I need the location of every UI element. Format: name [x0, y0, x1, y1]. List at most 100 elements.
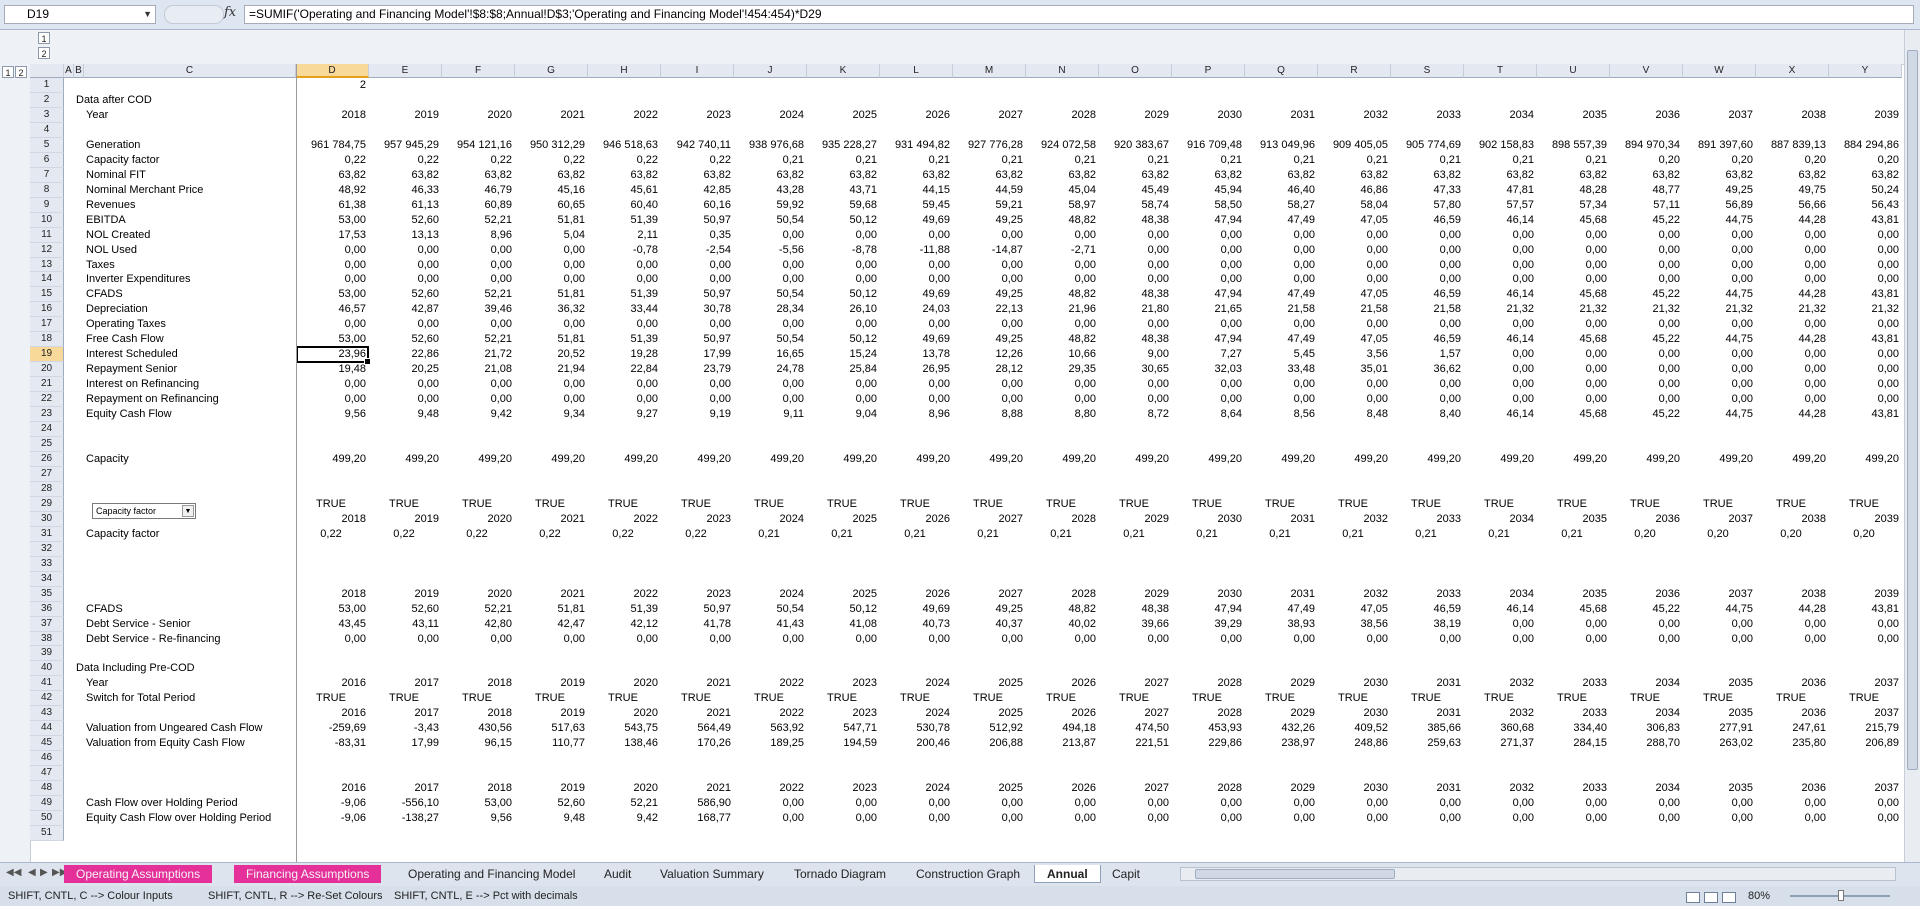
data-cell[interactable]: 927 776,28: [953, 138, 1023, 153]
data-cell[interactable]: 41,43: [734, 617, 804, 632]
data-cell[interactable]: 961 784,75: [296, 138, 366, 153]
data-cell[interactable]: 25,84: [807, 362, 877, 377]
data-cell[interactable]: 2019: [515, 706, 585, 721]
data-cell[interactable]: 45,04: [1026, 183, 1096, 198]
data-cell[interactable]: 0,00: [953, 632, 1023, 647]
data-cell[interactable]: 0,00: [1537, 243, 1607, 258]
data-cell[interactable]: 2027: [1099, 676, 1169, 691]
data-cell[interactable]: 9,04: [807, 407, 877, 422]
data-cell[interactable]: 0,22: [296, 153, 366, 168]
data-cell[interactable]: 50,54: [734, 213, 804, 228]
data-cell[interactable]: 50,97: [661, 213, 731, 228]
data-cell[interactable]: 0,20: [1610, 527, 1680, 542]
data-cell[interactable]: 905 774,69: [1391, 138, 1461, 153]
data-cell[interactable]: 50,12: [807, 213, 877, 228]
data-cell[interactable]: 0,00: [369, 272, 439, 287]
column-header-n[interactable]: N: [1026, 64, 1099, 78]
data-cell[interactable]: 2028: [1172, 706, 1242, 721]
data-cell[interactable]: 0,21: [953, 153, 1023, 168]
data-cell[interactable]: 0,00: [1683, 392, 1753, 407]
data-cell[interactable]: 2018: [442, 781, 512, 796]
data-cell[interactable]: TRUE: [515, 497, 585, 512]
data-cell[interactable]: 200,46: [880, 736, 950, 751]
data-cell[interactable]: 0,00: [369, 243, 439, 258]
data-cell[interactable]: 2016: [296, 676, 366, 691]
data-cell[interactable]: TRUE: [1172, 691, 1242, 706]
data-cell[interactable]: 48,82: [1026, 287, 1096, 302]
row-header[interactable]: 14: [30, 272, 64, 288]
data-cell[interactable]: 2022: [588, 108, 658, 123]
data-cell[interactable]: 2031: [1391, 676, 1461, 691]
horizontal-scrollbar[interactable]: [1180, 867, 1896, 881]
data-cell[interactable]: 8,80: [1026, 407, 1096, 422]
data-cell[interactable]: 48,38: [1099, 287, 1169, 302]
data-cell[interactable]: 0,00: [296, 272, 366, 287]
data-cell[interactable]: 43,28: [734, 183, 804, 198]
data-cell[interactable]: -9,06: [296, 811, 366, 826]
data-cell[interactable]: 9,42: [442, 407, 512, 422]
data-cell[interactable]: 0,00: [588, 632, 658, 647]
row-header[interactable]: 8: [30, 182, 64, 198]
sheet-tab[interactable]: Valuation Summary: [648, 865, 776, 883]
data-cell[interactable]: 0,00: [442, 243, 512, 258]
data-cell[interactable]: 2017: [369, 676, 439, 691]
data-cell[interactable]: 0,00: [1464, 632, 1534, 647]
data-cell[interactable]: 499,20: [1318, 452, 1388, 467]
row-header[interactable]: 25: [30, 437, 64, 452]
data-cell[interactable]: 60,89: [442, 198, 512, 213]
column-header-b[interactable]: B: [74, 64, 84, 78]
data-cell[interactable]: 499,20: [1172, 452, 1242, 467]
data-cell[interactable]: 887 839,13: [1756, 138, 1826, 153]
data-cell[interactable]: 49,25: [953, 213, 1023, 228]
row-header[interactable]: 49: [30, 796, 64, 812]
data-cell[interactable]: 2034: [1464, 587, 1534, 602]
row-header[interactable]: 13: [30, 257, 64, 273]
data-cell[interactable]: 499,20: [369, 452, 439, 467]
data-cell[interactable]: 0,21: [1099, 527, 1169, 542]
column-header-d[interactable]: D: [296, 64, 369, 78]
data-cell[interactable]: 0,00: [953, 317, 1023, 332]
data-cell[interactable]: 51,81: [515, 332, 585, 347]
data-cell[interactable]: 0,00: [1756, 796, 1826, 811]
data-cell[interactable]: TRUE: [661, 691, 731, 706]
data-cell[interactable]: 0,00: [1245, 392, 1315, 407]
data-cell[interactable]: 0,00: [1756, 632, 1826, 647]
row-header[interactable]: 48: [30, 781, 64, 797]
data-cell[interactable]: 63,82: [1391, 168, 1461, 183]
data-cell[interactable]: -8,78: [807, 243, 877, 258]
data-cell[interactable]: 47,05: [1318, 287, 1388, 302]
data-cell[interactable]: 58,04: [1318, 198, 1388, 213]
data-cell[interactable]: 53,00: [296, 287, 366, 302]
data-cell[interactable]: 277,91: [1683, 721, 1753, 736]
row-header[interactable]: 47: [30, 766, 64, 782]
data-cell[interactable]: 63,82: [953, 168, 1023, 183]
data-cell[interactable]: -11,88: [880, 243, 950, 258]
data-cell[interactable]: 0,00: [1318, 796, 1388, 811]
data-cell[interactable]: 168,77: [661, 811, 731, 826]
sheet-tab[interactable]: Operating Assumptions: [64, 865, 213, 883]
data-cell[interactable]: 0,00: [1172, 272, 1242, 287]
data-cell[interactable]: 63,82: [1610, 168, 1680, 183]
data-cell[interactable]: 50,97: [661, 287, 731, 302]
row-header[interactable]: 46: [30, 751, 64, 767]
data-cell[interactable]: -14,87: [953, 243, 1023, 258]
data-cell[interactable]: 30,65: [1099, 362, 1169, 377]
data-cell[interactable]: 499,20: [515, 452, 585, 467]
data-cell[interactable]: 45,61: [588, 183, 658, 198]
data-cell[interactable]: 21,58: [1245, 302, 1315, 317]
data-cell[interactable]: 247,61: [1756, 721, 1826, 736]
data-cell[interactable]: 385,66: [1391, 721, 1461, 736]
row-header[interactable]: 3: [30, 107, 64, 123]
row-header[interactable]: 32: [30, 541, 64, 557]
data-cell[interactable]: 0,00: [734, 377, 804, 392]
data-cell[interactable]: 0,00: [1610, 228, 1680, 243]
data-cell[interactable]: 48,82: [1026, 602, 1096, 617]
row-label[interactable]: Generation: [86, 138, 140, 153]
data-cell[interactable]: 2035: [1683, 706, 1753, 721]
data-cell[interactable]: 46,14: [1464, 213, 1534, 228]
data-cell[interactable]: 47,05: [1318, 213, 1388, 228]
data-cell[interactable]: -83,31: [296, 736, 366, 751]
data-cell[interactable]: 2024: [734, 512, 804, 527]
data-cell[interactable]: 499,20: [588, 452, 658, 467]
data-cell[interactable]: 0,00: [1099, 272, 1169, 287]
